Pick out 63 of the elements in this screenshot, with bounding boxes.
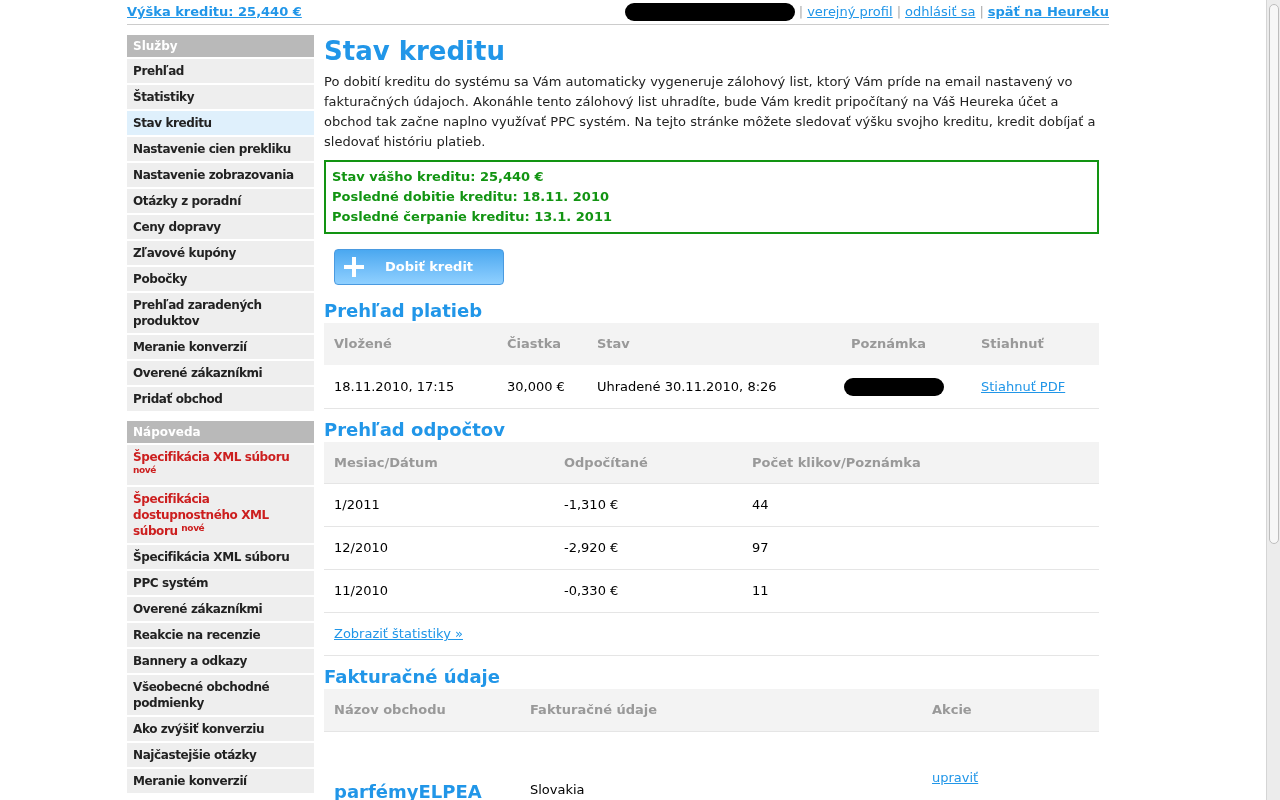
table-cell: Slovakia (530, 781, 585, 797)
sidebar-item[interactable]: Nastavenie zobrazovania (127, 163, 314, 187)
sidebar-item[interactable]: Stav kreditu (127, 111, 314, 135)
sidebar-item[interactable]: Ceny dopravy (127, 215, 314, 239)
column-header: Fakturačné údaje (530, 702, 658, 717)
column-header: Názov obchodu (334, 702, 446, 717)
sidebar-item[interactable]: Meranie konverzií (127, 335, 314, 359)
sidebar-item[interactable]: Reakcie na recenzie (127, 623, 314, 647)
sidebar-item[interactable]: Ako zvýšiť konverziu (127, 717, 314, 741)
column-header: Stiahnuť (981, 336, 1044, 352)
separator: | (798, 3, 804, 22)
table-cell: -2,920 € (564, 540, 619, 556)
table-cell: 18.11.2010, 17:15 (334, 378, 455, 394)
table-cell: 97 (752, 540, 769, 556)
column-header: Počet klikov/Poznámka (752, 454, 921, 470)
plus-icon (344, 257, 364, 277)
column-header: Vložené (334, 336, 392, 352)
page-title: Stav kreditu (324, 36, 506, 66)
scrollbar-thumb[interactable] (1268, 4, 1279, 544)
sidebar-item[interactable]: Overené zákazníkmi (127, 361, 314, 385)
sidebar-item[interactable]: Pridať obchod (127, 387, 314, 411)
column-header: Mesiac/Dátum (334, 454, 438, 470)
sidebar-item[interactable]: Špecifikácia XML súboru (127, 545, 314, 569)
table-cell: 1/2011 (334, 497, 380, 513)
sidebar-item[interactable]: Zľavové kupóny (127, 241, 314, 265)
separator: | (979, 3, 984, 22)
sidebar-item[interactable]: Všeobecné obchodné podmienky (127, 675, 314, 715)
scrollbar[interactable] (1266, 0, 1280, 800)
column-header: Čiastka (507, 336, 562, 352)
section-title: Prehľad platieb (324, 299, 484, 323)
table-cell: 11/2010 (334, 583, 388, 599)
sidebar-item[interactable]: Meranie konverzií (127, 769, 314, 793)
table-cell: 30,000 € (507, 378, 565, 394)
sidebar-item[interactable]: Otázky z poradní (127, 189, 314, 213)
summary-line: Posledné dobitie kreditu: 18.11. 2010 (332, 188, 610, 206)
sidebar-item[interactable]: Bannery a odkazy (127, 649, 314, 673)
sidebar-item[interactable]: Overené zákazníkmi (127, 597, 314, 621)
sidebar-item[interactable]: PPC systém (127, 571, 314, 595)
sidebar-item[interactable]: Prehľad (127, 59, 314, 83)
summary-line: Stav vášho kreditu: 25,440 € (332, 168, 545, 186)
sidebar-heading: Služby (127, 35, 314, 57)
summary-line: Posledné čerpanie kreditu: 13.1. 2011 (332, 208, 613, 226)
section-title: Prehľad odpočtov (324, 417, 506, 442)
sidebar-item[interactable]: Špecifikácia dostupnostného XML súboru $^{nové}$ (127, 487, 314, 543)
table-cell: 11 (752, 583, 769, 599)
table-cell: Uhradené 30.11.2010, 8:26 (597, 378, 777, 394)
intro-paragraph: Po dobití kreditu do systému sa Vám automaticky vygeneruje zálohový list, ktorý Vám príde na email nastavený vo fakturačných údajoch. Akonáhle tento zálohový list uhradíte, bude Vám kredit pripočítaný na Váš Heureka účet a obchod tak začne naplno využívať PPC systém. Na tejto stránke môžete sledovať výšku svojho kreditu, kredit dobíjať a sledovať históriu platieb. (324, 73, 1097, 151)
table-cell: -0,330 € (564, 583, 619, 599)
sidebar-item[interactable]: Najčastejšie otázky (127, 743, 314, 767)
sidebar-item[interactable]: Pobočky (127, 267, 314, 291)
sidebar-item[interactable]: Nastavenie cien prekliku (127, 137, 314, 161)
table-cell: -1,310 € (564, 497, 619, 513)
sidebar-item[interactable]: Prehľad zaradených produktov (127, 293, 314, 333)
sidebar-heading: Nápoveda (127, 421, 314, 443)
table-cell: 44 (752, 497, 769, 513)
table-cell: 12/2010 (334, 540, 388, 556)
column-header: Akcie (932, 702, 972, 717)
column-header: Poznámka (851, 336, 927, 352)
sidebar-item[interactable]: Štatistiky (127, 85, 314, 109)
column-header: Stav (597, 336, 630, 352)
section-title: Fakturačné údaje (324, 665, 501, 689)
separator: | (896, 3, 901, 22)
column-header: Odpočítané (564, 454, 648, 470)
